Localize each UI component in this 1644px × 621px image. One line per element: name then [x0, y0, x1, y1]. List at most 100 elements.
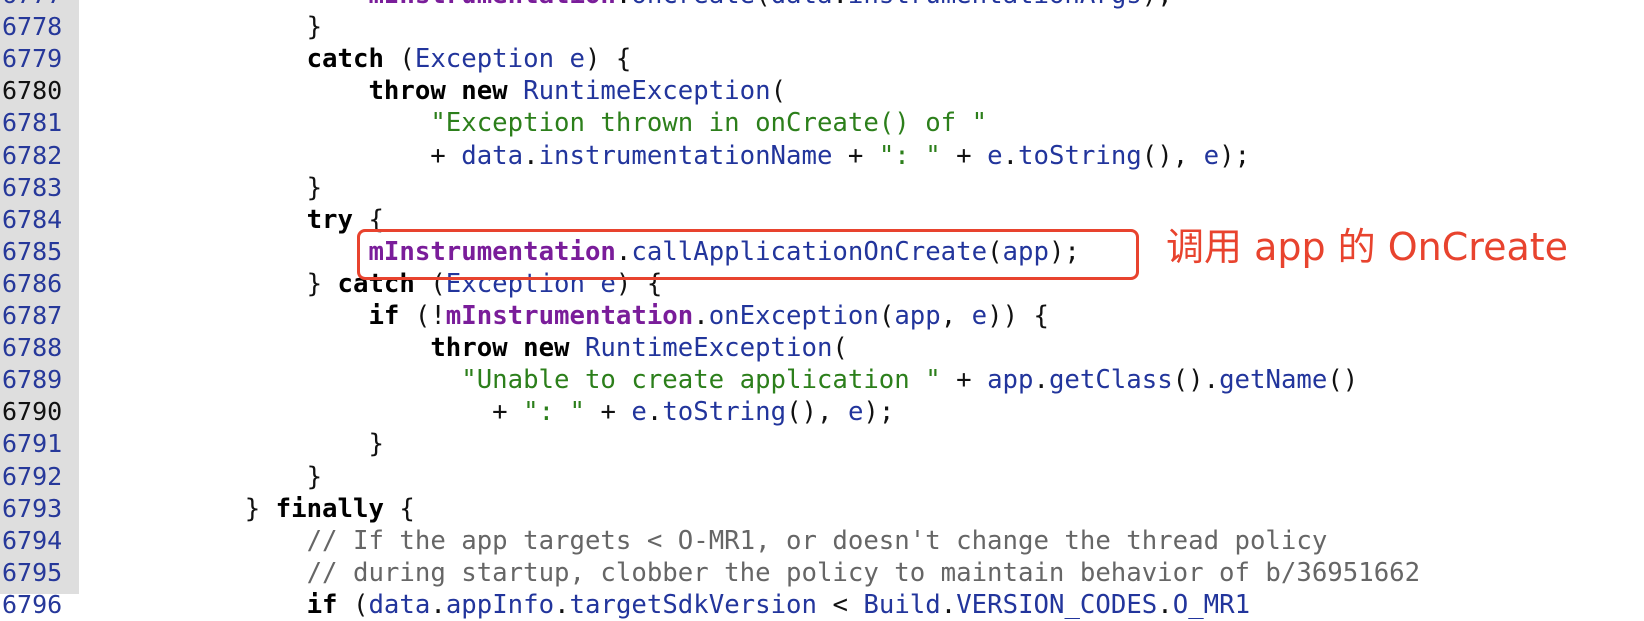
- code-line: 6780 throw new RuntimeException(: [0, 75, 1644, 107]
- code-source: + data.instrumentationName + ": " + e.to…: [121, 140, 1250, 172]
- identifier: e: [847, 397, 864, 428]
- line-number[interactable]: 6793: [2, 493, 62, 525]
- code-source: "Exception thrown in onCreate() of ": [121, 107, 987, 139]
- code-source: }: [121, 428, 384, 460]
- identifier: RuntimeException: [584, 333, 833, 364]
- code-source: // during startup, clobber the policy to…: [121, 557, 1421, 589]
- code-text: +: [940, 365, 988, 396]
- code-line: 6795 // during startup, clobber the poli…: [0, 557, 1644, 589]
- code-text: }: [121, 429, 384, 460]
- code-text: ) {: [584, 44, 632, 75]
- line-number[interactable]: 6782: [2, 140, 62, 172]
- code-text: }: [121, 172, 323, 203]
- code-text: (),: [1141, 140, 1204, 171]
- code-text: +: [940, 140, 988, 171]
- identifier: data: [461, 140, 524, 171]
- identifier: toString: [1018, 140, 1142, 171]
- line-number[interactable]: 6781: [2, 107, 62, 139]
- line-number[interactable]: 6778: [2, 11, 62, 43]
- code-line: 6790 + ": " + e.toString(), e);: [0, 396, 1644, 428]
- code-source: }: [121, 11, 322, 43]
- identifier: Build: [863, 589, 941, 620]
- string-literal: "Exception thrown in onCreate() of ": [430, 108, 988, 139]
- line-number[interactable]: 6794: [2, 525, 62, 557]
- identifier: e: [987, 140, 1003, 171]
- line-number[interactable]: 6779: [2, 43, 62, 75]
- code-line: 6781 "Exception thrown in onCreate() of …: [0, 107, 1644, 139]
- string-literal: ": ": [878, 140, 941, 171]
- code-text: (!: [399, 301, 446, 331]
- code-line: 6783 }: [0, 172, 1644, 204]
- identifier: onCreate: [631, 0, 755, 10]
- line-number[interactable]: 6795: [2, 557, 62, 589]
- line-number[interactable]: 6790: [2, 396, 62, 428]
- code-text: (: [383, 44, 415, 75]
- line-number[interactable]: 6777: [2, 0, 62, 11]
- comment: // If the app targets < O-MR1, or doesn'…: [306, 525, 1328, 556]
- line-number[interactable]: 6787: [2, 300, 62, 332]
- code-text: .: [693, 301, 709, 331]
- code-source: if (!mInstrumentation.onException(app, e…: [121, 300, 1049, 332]
- line-number[interactable]: 6788: [2, 332, 62, 364]
- comment: // during startup, clobber the policy to…: [306, 557, 1421, 588]
- keyword: throw new: [368, 76, 524, 107]
- line-number[interactable]: 6786: [2, 268, 62, 300]
- code-text: (),: [786, 397, 848, 428]
- identifier: toString: [662, 397, 787, 428]
- keyword: throw new: [430, 333, 585, 364]
- code-text: .: [523, 140, 539, 171]
- code-text: (: [878, 301, 895, 331]
- identifier: getName: [1219, 365, 1328, 396]
- code-source: try {: [121, 204, 384, 236]
- identifier: getClass: [1048, 365, 1173, 396]
- code-source: "Unable to create application " + app.ge…: [121, 364, 1358, 396]
- code-text: .: [832, 0, 847, 10]
- code-source: throw new RuntimeException(: [121, 75, 786, 107]
- identifier: e: [631, 397, 647, 428]
- line-number[interactable]: 6783: [2, 172, 62, 204]
- code-line: 6792 }: [0, 461, 1644, 493]
- code-text: +: [832, 140, 879, 171]
- line-number[interactable]: 6784: [2, 204, 62, 236]
- code-text: +: [584, 397, 632, 428]
- identifier: app: [894, 301, 941, 331]
- code-text: }: [121, 12, 323, 43]
- identifier: e: [971, 301, 988, 331]
- code-line: 6779 catch (Exception e) {: [0, 43, 1644, 75]
- line-number[interactable]: 6789: [2, 364, 62, 396]
- keyword: if: [306, 589, 338, 620]
- member-field: mInstrumentation: [368, 0, 615, 10]
- code-text: .: [616, 0, 631, 10]
- code-source: catch (Exception e) {: [121, 43, 632, 75]
- line-number[interactable]: 6785: [2, 236, 62, 268]
- code-text: <: [817, 589, 864, 620]
- keyword: catch: [306, 44, 384, 75]
- line-number[interactable]: 6780: [2, 75, 62, 107]
- annotation-label: 调用 app 的 OnCreate: [1166, 225, 1569, 269]
- keyword: try: [306, 204, 353, 235]
- identifier: onException: [708, 301, 879, 331]
- code-text: {: [383, 493, 415, 524]
- highlight-box: [357, 229, 1139, 280]
- code-text: );: [1219, 140, 1251, 171]
- code-line: 6791 }: [0, 428, 1644, 460]
- identifier: e: [1203, 140, 1220, 171]
- identifier: O_MR1: [1172, 589, 1251, 620]
- keyword: if: [368, 301, 400, 331]
- line-number[interactable]: 6792: [2, 461, 62, 493]
- code-text: .: [646, 397, 663, 428]
- code-text: ,: [940, 301, 972, 331]
- code-text: +: [121, 140, 462, 171]
- identifier: data: [368, 589, 431, 620]
- string-literal: "Unable to create application ": [461, 365, 941, 396]
- line-number[interactable]: 6791: [2, 428, 62, 460]
- code-text: );: [1142, 0, 1173, 10]
- code-text: .: [1157, 589, 1173, 620]
- code-source: + ": " + e.toString(), e);: [121, 396, 894, 428]
